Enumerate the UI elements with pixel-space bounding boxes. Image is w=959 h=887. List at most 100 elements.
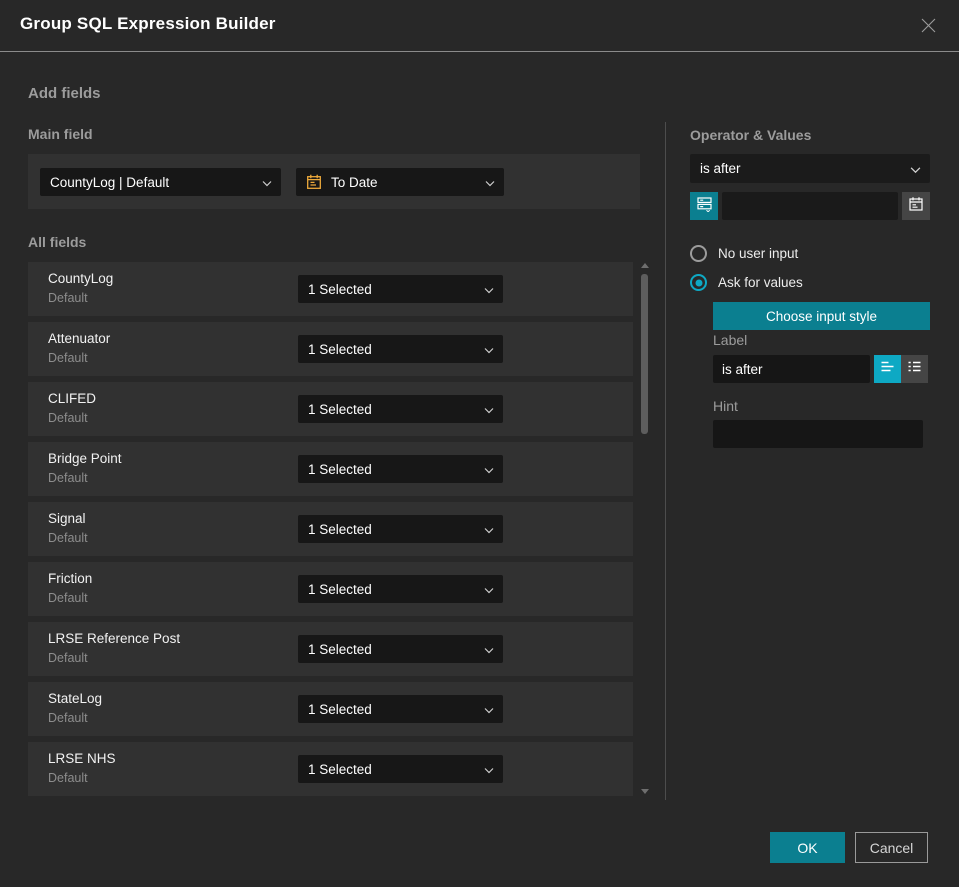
chevron-down-icon xyxy=(485,175,495,190)
chevron-down-icon xyxy=(262,175,272,190)
radio-no-user-input[interactable]: No user input xyxy=(690,245,798,262)
hint-title: Hint xyxy=(713,398,738,414)
field-selected-value: 1 Selected xyxy=(308,461,372,477)
field-selected-dropdown[interactable]: 1 Selected xyxy=(298,515,503,543)
list-scrollbar[interactable] xyxy=(640,260,650,800)
radio-circle-icon xyxy=(690,245,707,262)
unique-values-button[interactable] xyxy=(690,192,718,220)
field-row: Attenuator Default 1 Selected xyxy=(28,322,633,376)
bulleted-list-icon xyxy=(907,360,922,378)
chevron-down-icon xyxy=(484,762,494,777)
field-selected-value: 1 Selected xyxy=(308,521,372,537)
field-row: CountyLog Default 1 Selected xyxy=(28,262,633,316)
field-name: Signal xyxy=(48,511,86,526)
chevron-down-icon xyxy=(910,161,921,176)
field-selected-dropdown[interactable]: 1 Selected xyxy=(298,635,503,663)
panel-divider xyxy=(665,122,666,800)
scrollbar-thumb[interactable] xyxy=(641,274,648,434)
radio-circle-selected-icon xyxy=(690,274,707,291)
label-input[interactable] xyxy=(713,355,870,383)
field-selected-dropdown[interactable]: 1 Selected xyxy=(298,395,503,423)
field-row: Friction Default 1 Selected xyxy=(28,562,633,616)
chevron-down-icon xyxy=(484,522,494,537)
field-selected-value: 1 Selected xyxy=(308,341,372,357)
dialog-title: Group SQL Expression Builder xyxy=(20,14,276,33)
field-selected-value: 1 Selected xyxy=(308,401,372,417)
main-field-select[interactable]: CountyLog | Default xyxy=(40,168,281,196)
all-fields-heading: All fields xyxy=(28,234,87,250)
radio-label: Ask for values xyxy=(718,275,803,290)
field-subtitle: Default xyxy=(48,711,88,725)
single-value-style-button[interactable] xyxy=(874,355,901,383)
radio-label: No user input xyxy=(718,246,799,261)
field-subtitle: Default xyxy=(48,771,88,785)
operator-select-value: is after xyxy=(700,161,741,176)
scrollbar-down-arrow-icon[interactable] xyxy=(641,789,649,794)
field-name: Attenuator xyxy=(48,331,111,346)
main-field-heading: Main field xyxy=(28,126,93,142)
field-row: Signal Default 1 Selected xyxy=(28,502,633,556)
add-fields-heading: Add fields xyxy=(28,85,101,102)
field-selected-dropdown[interactable]: 1 Selected xyxy=(298,575,503,603)
main-field-date-select[interactable]: To Date xyxy=(296,168,504,196)
field-subtitle: Default xyxy=(48,291,88,305)
field-selected-dropdown[interactable]: 1 Selected xyxy=(298,695,503,723)
field-row: LRSE NHS Default 1 Selected xyxy=(28,742,633,796)
ok-button[interactable]: OK xyxy=(770,832,845,863)
chevron-down-icon xyxy=(484,582,494,597)
chevron-down-icon xyxy=(484,702,494,717)
close-icon[interactable] xyxy=(917,14,939,36)
field-row: CLIFED Default 1 Selected xyxy=(28,382,633,436)
field-name: CLIFED xyxy=(48,391,97,406)
calendar-icon xyxy=(908,196,924,217)
date-picker-button[interactable] xyxy=(902,192,930,220)
field-name: CountyLog xyxy=(48,271,114,286)
field-subtitle: Default xyxy=(48,411,88,425)
label-title: Label xyxy=(713,332,748,348)
value-input[interactable] xyxy=(722,192,898,220)
group-sql-expression-builder-dialog: Group SQL Expression Builder Add fields … xyxy=(0,0,959,887)
chevron-down-icon xyxy=(484,282,494,297)
field-subtitle: Default xyxy=(48,591,88,605)
scrollbar-up-arrow-icon[interactable] xyxy=(641,263,649,268)
operator-select[interactable]: is after xyxy=(690,154,930,183)
main-field-date-value: To Date xyxy=(331,174,378,190)
field-selected-dropdown[interactable]: 1 Selected xyxy=(298,455,503,483)
main-field-panel: CountyLog | Default To Date xyxy=(28,154,640,209)
field-name: Friction xyxy=(48,571,93,586)
chevron-down-icon xyxy=(484,642,494,657)
field-name: LRSE Reference Post xyxy=(48,631,181,646)
stacked-list-icon xyxy=(696,195,713,217)
chevron-down-icon xyxy=(484,402,494,417)
field-selected-dropdown[interactable]: 1 Selected xyxy=(298,755,503,783)
dialog-header: Group SQL Expression Builder xyxy=(0,0,959,52)
cancel-button[interactable]: Cancel xyxy=(855,832,928,863)
chevron-down-icon xyxy=(484,342,494,357)
align-left-icon xyxy=(880,360,895,378)
field-name: Bridge Point xyxy=(48,451,122,466)
field-subtitle: Default xyxy=(48,531,88,545)
calendar-icon xyxy=(306,174,322,190)
field-selected-dropdown[interactable]: 1 Selected xyxy=(298,335,503,363)
field-selected-value: 1 Selected xyxy=(308,761,372,777)
field-row: LRSE Reference Post Default 1 Selected xyxy=(28,622,633,676)
field-subtitle: Default xyxy=(48,351,88,365)
field-selected-value: 1 Selected xyxy=(308,581,372,597)
operator-values-heading: Operator & Values xyxy=(690,127,812,143)
field-subtitle: Default xyxy=(48,651,88,665)
radio-ask-for-values[interactable]: Ask for values xyxy=(690,274,803,291)
main-field-select-value: CountyLog | Default xyxy=(50,174,170,190)
field-row: Bridge Point Default 1 Selected xyxy=(28,442,633,496)
chevron-down-icon xyxy=(484,462,494,477)
list-value-style-button[interactable] xyxy=(901,355,928,383)
choose-input-style-button[interactable]: Choose input style xyxy=(713,302,930,330)
field-selected-value: 1 Selected xyxy=(308,641,372,657)
hint-input[interactable] xyxy=(713,420,923,448)
field-selected-dropdown[interactable]: 1 Selected xyxy=(298,275,503,303)
field-selected-value: 1 Selected xyxy=(308,701,372,717)
field-subtitle: Default xyxy=(48,471,88,485)
field-row: StateLog Default 1 Selected xyxy=(28,682,633,736)
field-selected-value: 1 Selected xyxy=(308,281,372,297)
field-name: StateLog xyxy=(48,691,103,706)
field-name: LRSE NHS xyxy=(48,751,116,766)
